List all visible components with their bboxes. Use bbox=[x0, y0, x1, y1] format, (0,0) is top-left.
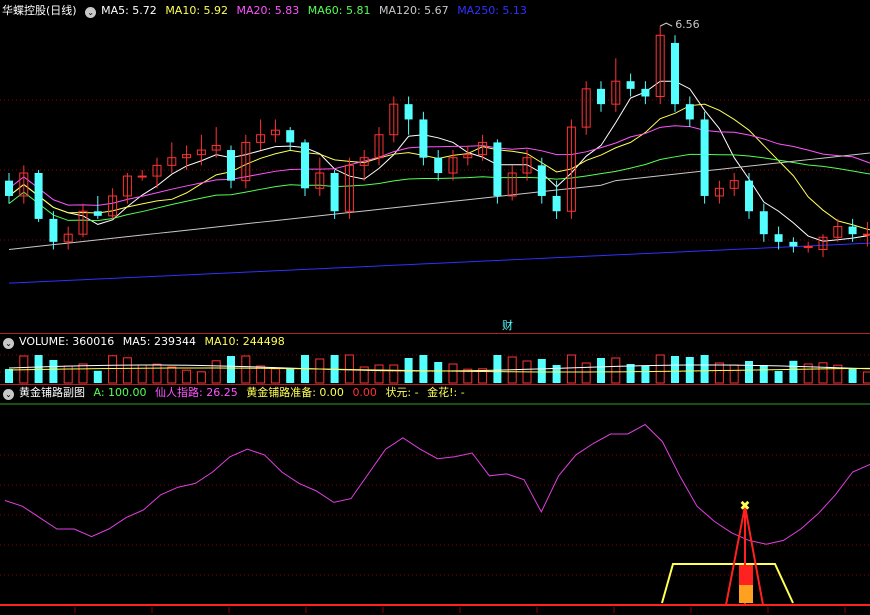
volume-bar-up bbox=[374, 364, 384, 384]
candle-up bbox=[862, 233, 870, 236]
candle-down bbox=[774, 234, 783, 242]
volume-bar-up bbox=[167, 366, 177, 384]
volume-bar-up bbox=[241, 355, 251, 384]
volume-collapse-icon[interactable]: ⌄ bbox=[3, 338, 14, 349]
peak-pointer bbox=[659, 22, 673, 27]
volume-bar-down bbox=[49, 360, 58, 383]
indicator-a-label: A: 100.00 bbox=[93, 386, 147, 399]
volume-bar-down bbox=[93, 370, 102, 383]
indicator-title: 黄金铺路副图 bbox=[19, 386, 85, 399]
indicator-jinhua-label: 金花!: - bbox=[427, 386, 465, 399]
candle-up bbox=[803, 245, 813, 248]
candle-down bbox=[537, 165, 546, 196]
volume-bar-down bbox=[774, 371, 783, 383]
volume-bar-up bbox=[122, 357, 132, 384]
volume-bar-up bbox=[714, 362, 724, 384]
jinhua-star-icon: ✖ bbox=[740, 499, 751, 514]
volume-bar-down bbox=[641, 366, 650, 383]
candle-down bbox=[286, 130, 295, 143]
volume-bar-up bbox=[182, 369, 192, 384]
volume-bar-up bbox=[581, 362, 591, 384]
volume-bar-down bbox=[227, 356, 235, 383]
candle-down bbox=[227, 150, 235, 181]
indicator-zhuangyuan-label: 状元: - bbox=[385, 386, 419, 399]
volume-header: ⌄ VOLUME: 360016 MA5: 239344 MA10: 244498 bbox=[0, 334, 290, 350]
candle-down bbox=[597, 88, 605, 105]
candle-down bbox=[493, 142, 502, 196]
candle-down bbox=[301, 142, 309, 189]
volume-bar-up bbox=[729, 364, 739, 384]
volume-bar-down bbox=[286, 368, 295, 383]
candle-down bbox=[34, 173, 43, 219]
candle-down bbox=[93, 211, 102, 216]
candle-down bbox=[789, 241, 798, 247]
peak-price-label: 6.56 bbox=[675, 18, 700, 31]
volume-bar-down bbox=[419, 355, 428, 383]
volume-bar-up bbox=[78, 363, 88, 384]
volume-bar-up bbox=[270, 368, 280, 384]
volume-bar-down bbox=[597, 358, 605, 383]
ma250-line bbox=[8, 242, 870, 284]
volume-bar-down bbox=[700, 355, 709, 383]
volume-bar-up bbox=[389, 364, 399, 384]
candle-down bbox=[5, 180, 13, 196]
indicator-panel-collapse-icon[interactable]: ⌄ bbox=[3, 389, 14, 400]
candle-down bbox=[419, 119, 428, 158]
volume-bar-down bbox=[759, 365, 768, 383]
indicator-xianren-label: 仙人指路: 26.25 bbox=[155, 386, 238, 399]
indicator-header: ⌄ 黄金铺路副图 A: 100.00 仙人指路: 26.25 黄金铺路准备: 0.… bbox=[0, 385, 470, 401]
volume-bar-down bbox=[552, 365, 561, 383]
candle-down bbox=[641, 88, 650, 97]
candle-down bbox=[434, 157, 443, 173]
volume-bar-down bbox=[745, 361, 753, 383]
candle-down bbox=[404, 104, 413, 120]
candle-down bbox=[745, 180, 753, 212]
volume-bar-up bbox=[448, 363, 458, 384]
volume-bar-down bbox=[434, 362, 443, 383]
candle-down bbox=[685, 104, 694, 120]
indicator-val-label: 0.00 bbox=[352, 386, 377, 399]
volume-bar-down bbox=[685, 357, 694, 383]
candle-down bbox=[552, 195, 561, 212]
volume-bar-up bbox=[315, 358, 325, 384]
volume-bar-up bbox=[611, 357, 621, 384]
signal-bar-red bbox=[739, 565, 753, 585]
volume-bar-down bbox=[671, 356, 679, 383]
candle-down bbox=[759, 211, 768, 235]
candle-down bbox=[330, 173, 339, 212]
chart-canvas[interactable]: 6.56 财 ✖ bbox=[0, 0, 870, 615]
volume-ma5-label: MA5: 239344 bbox=[122, 335, 196, 348]
volume-bar-down bbox=[789, 360, 798, 383]
volume-bar-up bbox=[862, 371, 870, 384]
volume-bar-up bbox=[566, 354, 576, 384]
indicator-huangjin-label: 黄金铺路准备: 0.00 bbox=[246, 386, 344, 399]
volume-ma10-label: MA10: 244498 bbox=[204, 335, 285, 348]
signal-bar-orange bbox=[739, 585, 753, 603]
volume-bar-up bbox=[818, 362, 828, 384]
candle-down bbox=[49, 218, 58, 242]
volume-bar-down bbox=[5, 369, 13, 383]
financial-report-marker: 财 bbox=[502, 318, 513, 332]
volume-label: VOLUME: 360016 bbox=[19, 335, 115, 348]
volume-bar-down bbox=[848, 368, 857, 383]
candle-down bbox=[671, 42, 679, 105]
candle-down bbox=[848, 226, 857, 235]
volume-bar-up bbox=[196, 371, 206, 384]
volume-bar-up bbox=[108, 355, 118, 384]
volume-bar-down bbox=[537, 359, 546, 383]
volume-bar-down bbox=[626, 364, 635, 383]
volume-bar-down bbox=[493, 355, 502, 383]
candle-up bbox=[137, 175, 147, 178]
candle-down bbox=[626, 81, 635, 89]
volume-bar-up bbox=[655, 354, 665, 384]
candle-down bbox=[700, 119, 709, 196]
volume-bar-up bbox=[152, 363, 162, 384]
